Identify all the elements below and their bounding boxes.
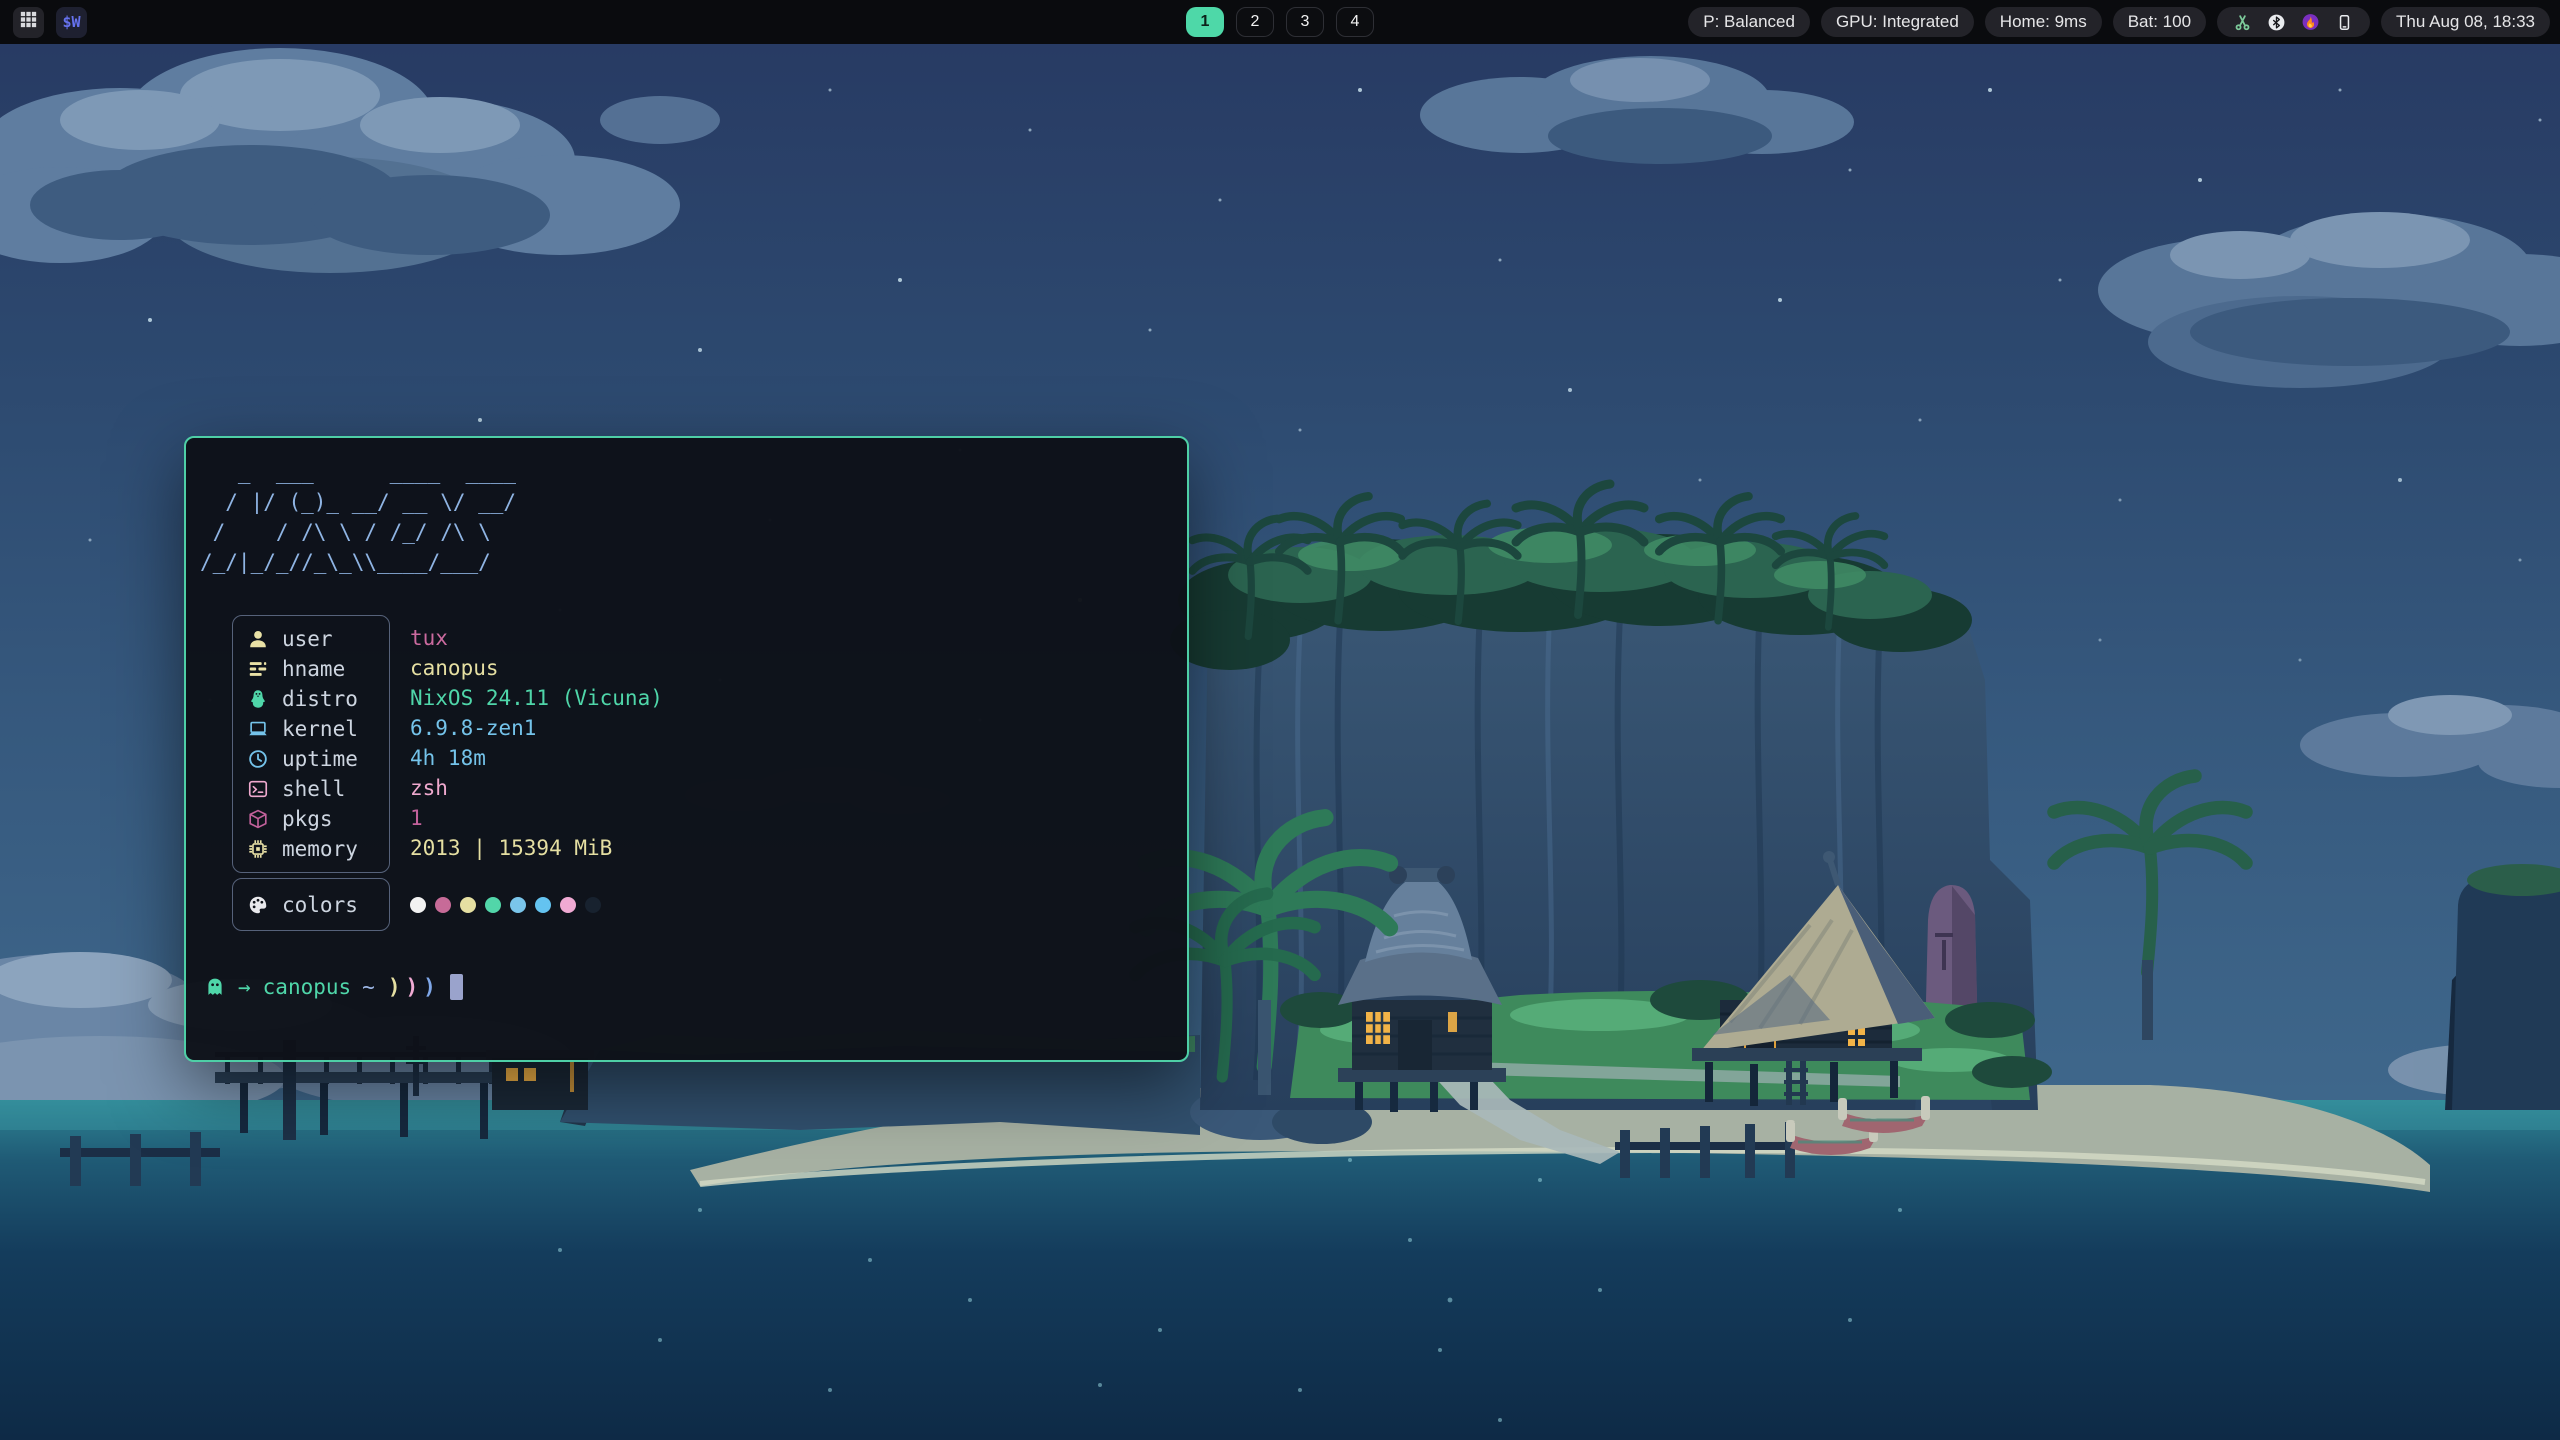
- fastfetch-row-user: user: [233, 624, 389, 654]
- prompt-chevron-3: ): [423, 975, 436, 999]
- power-profile-pill[interactable]: P: Balanced: [1688, 7, 1810, 37]
- ascii-line-3: / / /\ \ / /_/ /\ \: [200, 520, 516, 544]
- clock-icon: [247, 748, 269, 770]
- laptop-icon: [247, 718, 269, 740]
- value-hname: canopus: [410, 653, 663, 683]
- row-label: kernel: [282, 717, 358, 741]
- app-grid-icon: [20, 11, 37, 33]
- value-shell: zsh: [410, 773, 663, 803]
- palette-dot: [510, 897, 526, 913]
- fastfetch-ascii-logo: _ ___ ____ ____ / |/ (_)_ __/ __ \/ __/ …: [200, 457, 529, 577]
- palette-dot: [560, 897, 576, 913]
- fastfetch-row-shell: shell: [233, 774, 389, 804]
- workspace-2-label: 2: [1251, 13, 1260, 31]
- palette-icon: [247, 894, 269, 916]
- value-memory: 2013 | 15394 MiB: [410, 833, 663, 863]
- bluetooth-icon[interactable]: [2267, 13, 2286, 32]
- fastfetch-row-colors: colors: [233, 890, 358, 920]
- clock-pill[interactable]: Thu Aug 08, 18:33: [2381, 7, 2550, 37]
- value-uptime: 4h 18m: [410, 743, 663, 773]
- prompt-hostname: canopus: [263, 975, 352, 999]
- desktop: $W 1 2 3 4 P: Balanced GPU: Integrated H…: [0, 0, 2560, 1440]
- workspace-3[interactable]: 3: [1286, 7, 1324, 37]
- fastfetch-values: tux canopus NixOS 24.11 (Vicuna) 6.9.8-z…: [410, 615, 663, 871]
- terminal-color-palette: [410, 878, 601, 931]
- row-label: colors: [282, 893, 358, 917]
- terminal-icon: [247, 778, 269, 800]
- palette-dot: [410, 897, 426, 913]
- workspace-1[interactable]: 1: [1186, 7, 1224, 37]
- workspace-4[interactable]: 4: [1336, 7, 1374, 37]
- fastfetch-colors-box: colors: [232, 878, 390, 931]
- scissors-icon[interactable]: [2233, 13, 2252, 32]
- palette-dot: [460, 897, 476, 913]
- ghost-icon: [204, 976, 226, 998]
- text-cursor: [450, 974, 463, 1000]
- top-bar: $W 1 2 3 4 P: Balanced GPU: Integrated H…: [0, 0, 2560, 44]
- value-distro: NixOS 24.11 (Vicuna): [410, 683, 663, 713]
- value-kernel: 6.9.8-zen1: [410, 713, 663, 743]
- prompt-cwd: ~: [362, 975, 375, 999]
- fastfetch-row-pkgs: pkgs: [233, 804, 389, 834]
- fastfetch-row-kernel: kernel: [233, 714, 389, 744]
- fastfetch-label-box: user hname distro kernel: [232, 615, 390, 873]
- row-label: uptime: [282, 747, 358, 771]
- shell-logo-button[interactable]: $W: [56, 7, 87, 38]
- ascii-line-2: / |/ (_)_ __/ __ \/ __/: [200, 490, 516, 514]
- value-user: tux: [410, 623, 663, 653]
- row-label: user: [282, 627, 333, 651]
- prompt-chevron-2: ): [405, 975, 418, 999]
- prompt-arrow: →: [238, 975, 251, 999]
- workspace-3-label: 3: [1301, 13, 1310, 31]
- fastfetch-row-uptime: uptime: [233, 744, 389, 774]
- row-label: distro: [282, 687, 358, 711]
- penguin-icon: [247, 688, 269, 710]
- user-icon: [247, 628, 269, 650]
- workspace-4-label: 4: [1351, 13, 1360, 31]
- workspace-1-label: 1: [1201, 13, 1210, 31]
- prompt-chevron-1: ): [388, 975, 401, 999]
- list-icon: [247, 658, 269, 680]
- palette-dot: [535, 897, 551, 913]
- row-label: memory: [282, 837, 358, 861]
- terminal-window[interactable]: _ ___ ____ ____ / |/ (_)_ __/ __ \/ __/ …: [184, 436, 1189, 1062]
- palette-dot: [585, 897, 601, 913]
- palette-dot: [435, 897, 451, 913]
- row-label: hname: [282, 657, 345, 681]
- phone-icon[interactable]: [2335, 13, 2354, 32]
- home-latency-pill[interactable]: Home: 9ms: [1985, 7, 2102, 37]
- battery-pill[interactable]: Bat: 100: [2113, 7, 2206, 37]
- row-label: pkgs: [282, 807, 333, 831]
- shell-prompt[interactable]: → canopus ~ ) ) ): [204, 972, 463, 1002]
- fastfetch-row-distro: distro: [233, 684, 389, 714]
- gpu-status-pill[interactable]: GPU: Integrated: [1821, 7, 1974, 37]
- row-label: shell: [282, 777, 345, 801]
- value-pkgs: 1: [410, 803, 663, 833]
- shell-logo-text: $W: [62, 13, 80, 31]
- chip-icon: [247, 838, 269, 860]
- flameshot-icon[interactable]: [2301, 13, 2320, 32]
- palette-dot: [485, 897, 501, 913]
- workspace-2[interactable]: 2: [1236, 7, 1274, 37]
- package-icon: [247, 808, 269, 830]
- app-launcher-button[interactable]: [13, 7, 44, 38]
- system-tray: [2217, 7, 2370, 37]
- fastfetch-row-hname: hname: [233, 654, 389, 684]
- fastfetch-row-memory: memory: [233, 834, 389, 864]
- ascii-line-4: /_/|_/_//_\_\\____/___/: [200, 550, 529, 574]
- ascii-line-1: _ ___ ____ ____: [200, 460, 516, 484]
- workspace-switcher: 1 2 3 4: [1186, 7, 1374, 37]
